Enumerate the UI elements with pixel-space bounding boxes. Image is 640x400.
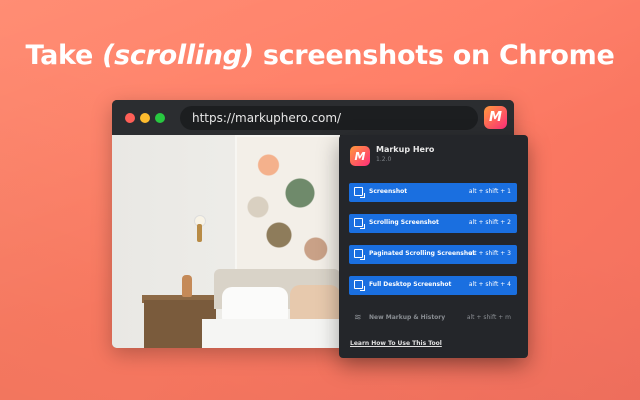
photo-lamp-arm [197,224,202,242]
scrolling-screenshot-icon [354,218,365,229]
action-label: New Markup & History [369,314,446,321]
photo-painting [235,135,340,279]
paginated-scrolling-screenshot-button[interactable]: Paginated Scrolling Screenshot alt + shi… [349,245,517,264]
full-desktop-screenshot-button[interactable]: Full Desktop Screenshot alt + shift + 4 [349,276,517,295]
paginated-screenshot-icon [354,249,365,260]
new-markup-history-button[interactable]: ≋ New Markup & History alt + shift + m [349,309,517,328]
action-label: Paginated Scrolling Screenshot [369,250,476,257]
layers-icon: ≋ [354,313,362,323]
extension-popup: M Markup Hero 1.2.0 Screenshot alt + shi… [339,135,528,358]
headline-part2: screenshots on Chrome [253,40,615,71]
webpage-photo [112,135,340,348]
headline-part1: Take [25,40,103,71]
screenshot-button[interactable]: Screenshot alt + shift + 1 [349,183,517,202]
screenshot-icon [354,187,365,198]
action-shortcut: alt + shift + 3 [468,250,511,257]
popup-version: 1.2.0 [376,156,392,163]
action-shortcut: alt + shift + 2 [468,219,511,226]
action-label: Full Desktop Screenshot [369,281,452,288]
popup-title: Markup Hero [376,145,435,154]
minimize-window-button[interactable] [140,113,150,123]
markup-hero-extension-icon[interactable]: M [484,106,507,129]
markup-hero-logo-icon: M [350,146,370,166]
photo-vase [182,275,192,297]
headline-italic: (scrolling) [102,40,254,71]
photo-bed [202,319,340,348]
desktop-screenshot-icon [354,280,365,291]
action-shortcut: alt + shift + 4 [468,281,511,288]
headline: Take (scrolling) screenshots on Chrome [0,40,640,71]
browser-titlebar: https://markuphero.com/ M [112,100,514,135]
action-label: Scrolling Screenshot [369,219,439,226]
learn-how-link[interactable]: Learn How To Use This Tool [350,340,442,347]
scrolling-screenshot-button[interactable]: Scrolling Screenshot alt + shift + 2 [349,214,517,233]
action-shortcut: alt + shift + 1 [468,188,511,195]
maximize-window-button[interactable] [155,113,165,123]
action-shortcut: alt + shift + m [466,314,511,321]
action-label: Screenshot [369,188,408,195]
address-bar[interactable]: https://markuphero.com/ [180,106,478,130]
close-window-button[interactable] [125,113,135,123]
